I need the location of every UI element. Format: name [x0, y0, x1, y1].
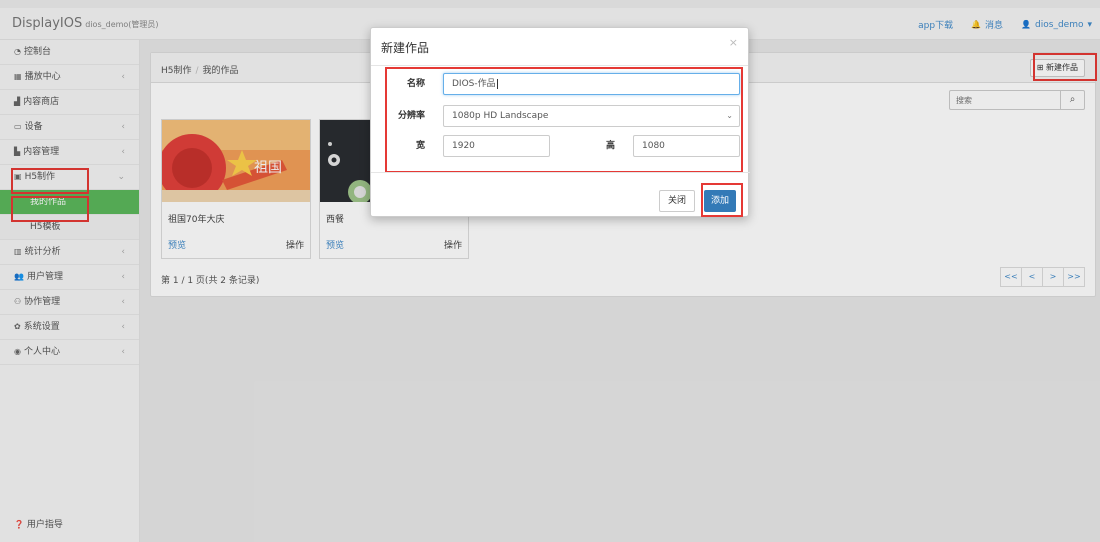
close-button[interactable]: 关闭: [658, 190, 695, 212]
dialog-title: 新建作品: [381, 41, 430, 55]
resolution-select[interactable]: 1080p HD Landscape ⌄: [443, 105, 740, 127]
height-field[interactable]: 1080: [633, 135, 740, 157]
resolution-label: 分辨率: [397, 111, 425, 121]
add-button[interactable]: 添加: [703, 190, 736, 212]
chevron-down-icon: ⌄: [726, 111, 733, 120]
dialog-header: 新建作品 ×: [371, 28, 748, 66]
name-field[interactable]: DIOS-作品: [443, 73, 740, 95]
new-work-dialog: 新建作品 × 名称 DIOS-作品 分辨率 1080p HD Landscape…: [370, 27, 750, 218]
height-label: 高: [605, 141, 615, 151]
name-row: 名称 DIOS-作品: [371, 73, 750, 99]
dialog-footer: 关闭 添加: [371, 172, 750, 218]
size-row: 宽 1920 高 1080: [371, 135, 750, 161]
resolution-row: 分辨率 1080p HD Landscape ⌄: [371, 105, 750, 131]
width-label: 宽: [415, 141, 425, 151]
name-label: 名称: [406, 79, 425, 89]
width-field[interactable]: 1920: [443, 135, 550, 157]
close-icon[interactable]: ×: [729, 36, 738, 49]
